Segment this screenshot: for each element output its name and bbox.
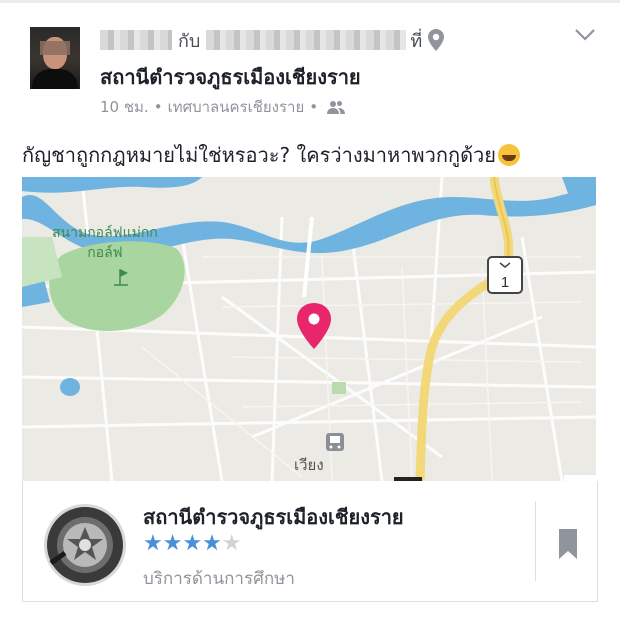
bus-station-icon — [326, 433, 344, 451]
chevron-down-icon[interactable] — [574, 27, 596, 43]
place-name[interactable]: สถานีตำรวจภูธรเมืองเชียงราย — [143, 501, 404, 533]
post-header-line: กับ ที่ — [100, 25, 445, 55]
map-preview[interactable]: 1 สนามกอล์ฟแม่กก กอล์ฟ เวียง — [22, 177, 596, 481]
with-word: กับ — [178, 30, 201, 52]
post-text-row: กัญชาถูกกฎหมายไม่ใช่หรอวะ? ใครว่างมาหาพว… — [22, 139, 521, 171]
route-number: 1 — [501, 274, 509, 291]
card-divider — [535, 501, 536, 581]
map-label-golf: สนามกอล์ฟแม่กก กอล์ฟ — [52, 223, 158, 263]
place-category: บริการด้านการศึกษา — [143, 569, 295, 589]
golf-label-line1: สนามกอล์ฟแม่กก — [52, 225, 158, 241]
redacted-tagged-name[interactable] — [206, 30, 407, 50]
golf-label-line2: กอล์ฟ — [87, 245, 123, 261]
post-text: กัญชาถูกกฎหมายไม่ใช่หรอวะ? ใครว่างมาหาพว… — [22, 143, 497, 167]
stars-empty: ★ — [221, 531, 242, 556]
feed-post: กับ ที่ สถานีตำรวจภูธรเมืองเชียงราย 10 ช… — [0, 3, 620, 620]
laughing-emoji-icon — [498, 144, 521, 166]
redacted-user-name[interactable] — [100, 30, 172, 50]
highway-shield-icon: 1 — [487, 256, 523, 294]
at-word: ที่ — [410, 30, 423, 52]
place-card[interactable]: สถานีตำรวจภูธรเมืองเชียงราย ★★★★★ บริการ… — [22, 481, 598, 602]
meta-separator: • — [309, 98, 319, 116]
map-label-district: เวียง — [294, 456, 324, 474]
post-meta: 10 ชม. • เทศบาลนครเชียงราย • — [100, 95, 346, 119]
avatar[interactable] — [30, 27, 80, 89]
bookmark-icon[interactable] — [559, 529, 577, 559]
checkin-page-name[interactable]: สถานีตำรวจภูธรเมืองเชียงราย — [100, 61, 361, 93]
meta-separator: • — [153, 98, 163, 116]
post-time[interactable]: 10 ชม. — [100, 95, 149, 119]
location-pin-icon — [428, 29, 445, 51]
post-location[interactable]: เทศบาลนครเชียงราย — [168, 95, 305, 119]
star-rating: ★★★★★ — [143, 531, 242, 556]
audience-friends-icon[interactable] — [327, 100, 346, 114]
stars-filled: ★★★★ — [143, 531, 222, 556]
police-logo — [44, 504, 126, 586]
